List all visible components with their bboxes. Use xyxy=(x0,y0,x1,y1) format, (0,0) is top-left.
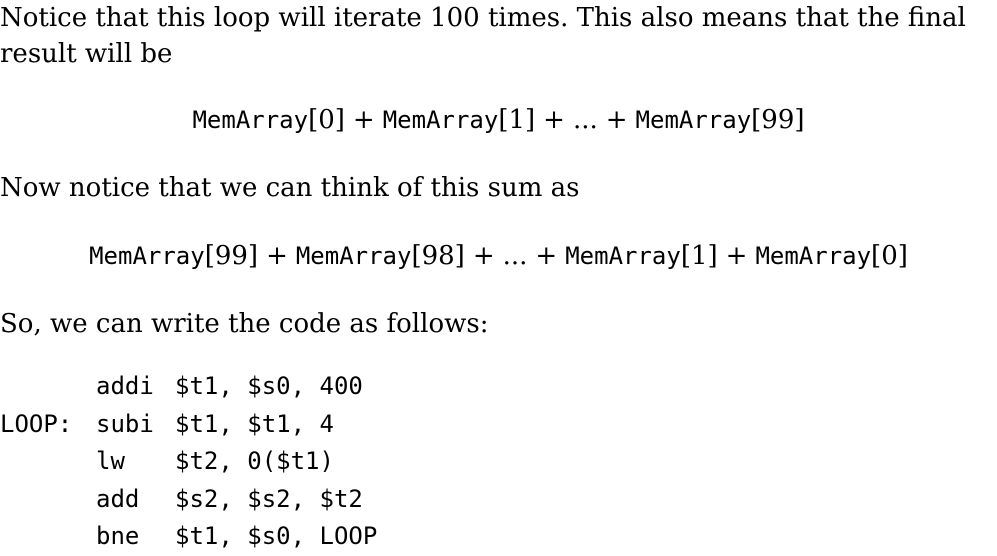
equation-index: [99] xyxy=(204,241,259,271)
code-opcode: subi xyxy=(96,409,154,438)
code-args: $t1, $t1, 4 xyxy=(175,409,334,438)
equation-index: [1] xyxy=(498,105,536,135)
equation-index: [99] xyxy=(751,105,805,135)
document-page: Notice that this loop will iterate 100 t… xyxy=(0,0,997,550)
reverse-paragraph: Now notice that we can think of this sum… xyxy=(0,173,580,203)
plus-operator: + xyxy=(543,105,565,135)
plus-operator: + xyxy=(472,241,495,271)
ellipsis: ... xyxy=(502,241,528,271)
code-line: lw $t2, 0($t1) xyxy=(0,443,377,481)
code-line: add $s2, $s2, $t2 xyxy=(0,481,377,519)
equation-index: [1] xyxy=(680,241,718,271)
intro-paragraph: Notice that this loop will iterate 100 t… xyxy=(0,0,997,72)
code-block: addi $t1, $s0, 400 LOOP: subi $t1, $t1, 4 l… xyxy=(0,368,377,556)
code-args: $t1, $s0, LOOP xyxy=(175,522,378,550)
code-opcode: bne xyxy=(96,522,140,550)
equation-term: MemArray xyxy=(382,106,499,134)
plus-operator: + xyxy=(605,105,628,135)
plus-operator: + xyxy=(725,241,748,271)
plus-operator: + xyxy=(352,105,375,135)
code-line: LOOP: subi $t1, $t1, 4 xyxy=(0,406,377,444)
equation-term: MemArray xyxy=(295,242,412,270)
code-args: $s2, $s2, $t2 xyxy=(175,484,363,513)
equation-term: MemArray xyxy=(755,242,872,270)
plus-operator: + xyxy=(535,241,558,271)
code-intro-paragraph: So, we can write the code as follows: xyxy=(0,309,489,339)
equation-term: MemArray xyxy=(565,242,681,270)
intro-line-2: result will be xyxy=(0,39,173,69)
code-args: $t2, 0($t1) xyxy=(175,447,334,475)
equation-term: MemArray xyxy=(192,106,309,134)
plus-operator: + xyxy=(266,241,288,271)
equation-index: [0] xyxy=(871,241,908,271)
code-args: $t1, $s0, 400 xyxy=(175,372,363,400)
intro-line-1: Notice that this loop will iterate 100 t… xyxy=(0,3,966,33)
equation-term: MemArray xyxy=(89,242,205,270)
code-opcode: lw xyxy=(96,447,125,475)
code-label: LOOP: xyxy=(0,409,73,438)
equation-index: [0] xyxy=(308,105,345,135)
code-line: bne $t1, $s0, LOOP xyxy=(0,518,377,556)
equation-term: MemArray xyxy=(635,106,752,134)
ellipsis: ... xyxy=(572,105,598,135)
code-opcode: addi xyxy=(96,372,154,400)
code-opcode: add xyxy=(96,484,140,513)
sum-equation-forward: MemArray[0] + MemArray[1] +... + MemArray[99] xyxy=(0,102,997,138)
equation-index: [98] xyxy=(411,241,465,271)
code-line: addi $t1, $s0, 400 xyxy=(0,368,377,406)
sum-equation-reverse: MemArray[99] + MemArray[98] +... + MemArray[1… xyxy=(0,238,997,274)
